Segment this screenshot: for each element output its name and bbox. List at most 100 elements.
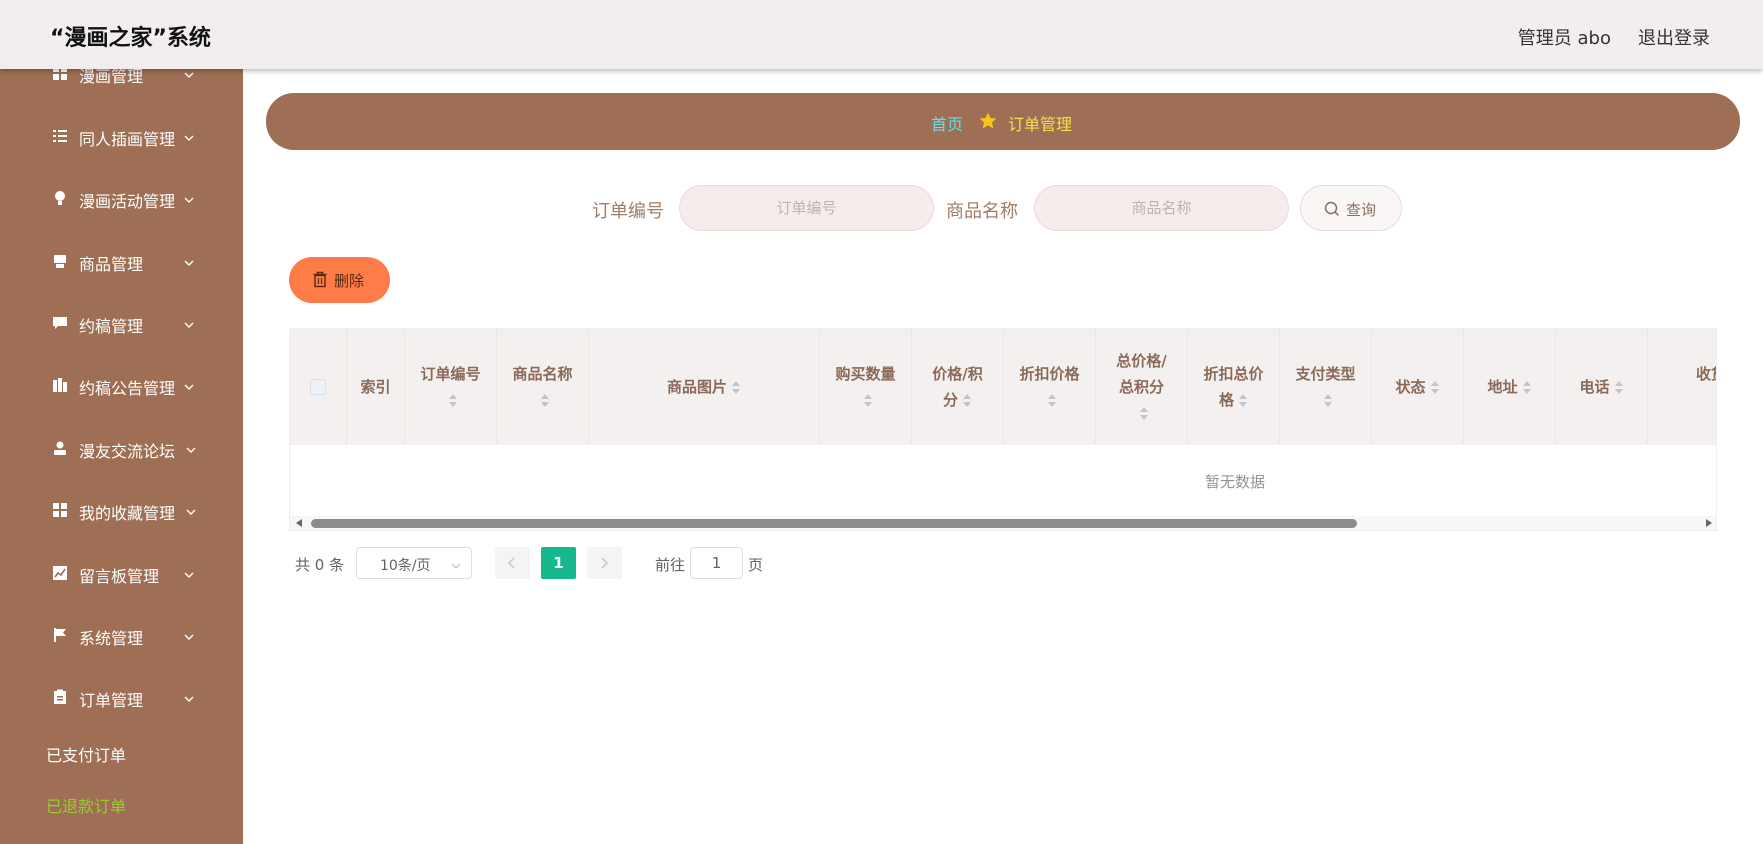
- query-button[interactable]: 查询: [1300, 185, 1402, 231]
- sidebar-item-favorites[interactable]: 我的收藏管理: [0, 490, 243, 530]
- chevron-down-icon: [183, 191, 195, 203]
- chevron-down-icon: [183, 129, 195, 141]
- sort-icon[interactable]: [1614, 380, 1624, 395]
- sidebar-subitem-refunded-orders[interactable]: 已退款订单: [46, 793, 126, 817]
- sidebar-subitem-paid-orders[interactable]: 已支付订单: [46, 742, 126, 766]
- column-header-label: 收货人: [1695, 365, 1716, 383]
- goto-page-input[interactable]: [690, 547, 743, 579]
- sidebar-item-label: 漫画管理: [79, 69, 144, 86]
- scroll-left-icon[interactable]: [296, 519, 302, 527]
- column-price[interactable]: 价格/积分: [912, 329, 1004, 445]
- chevron-down-icon: [183, 378, 195, 390]
- sidebar-item-forum[interactable]: 漫友交流论坛: [0, 428, 243, 468]
- sidebar-item-product[interactable]: 商品管理: [0, 241, 243, 281]
- sidebar-item-comic-activity[interactable]: 漫画活动管理: [0, 178, 243, 218]
- column-address[interactable]: 地址: [1464, 329, 1556, 445]
- order-number-input[interactable]: [679, 185, 934, 231]
- query-button-label: 查询: [1346, 201, 1377, 219]
- star-icon: [978, 111, 998, 131]
- sidebar-item-fan-illustration[interactable]: 同人插画管理: [0, 116, 243, 156]
- sort-icon[interactable]: [540, 393, 550, 408]
- column-discount-price[interactable]: 折扣价格: [1004, 329, 1096, 445]
- sort-icon[interactable]: [1323, 393, 1333, 408]
- empty-state-text: 暂无数据: [1204, 473, 1265, 491]
- product-name-label: 商品名称: [946, 201, 1018, 222]
- scrollbar-thumb[interactable]: [311, 519, 1357, 528]
- column-header-label: 商品名称: [512, 365, 573, 383]
- pagination-total: 共 0 条: [295, 556, 345, 574]
- column-header-label: 折扣总价格: [1203, 365, 1264, 409]
- column-receiver[interactable]: 收货人: [1648, 329, 1717, 445]
- sidebar-item-label: 商品管理: [79, 255, 144, 274]
- column-total-price[interactable]: 总价格/总积分: [1096, 329, 1188, 445]
- prev-page-button[interactable]: [495, 547, 530, 579]
- sidebar-item-commission-notice[interactable]: 约稿公告管理: [0, 365, 243, 405]
- chevron-down-icon: [183, 69, 195, 78]
- user-icon: [52, 440, 68, 456]
- column-payment-type[interactable]: 支付类型: [1280, 329, 1372, 445]
- column-product-image[interactable]: 商品图片: [589, 329, 820, 445]
- column-select: [290, 329, 347, 445]
- sidebar-item-label: 我的收藏管理: [79, 504, 176, 523]
- page-number-button[interactable]: 1: [541, 547, 576, 579]
- column-header-label: 地址: [1487, 378, 1518, 396]
- page-size-value: 10条/页: [380, 558, 431, 574]
- grid-icon: [52, 69, 68, 81]
- sidebar-item-comic-management[interactable]: 漫画管理: [0, 69, 243, 93]
- page-suffix: 页: [748, 556, 764, 574]
- column-header-label: 商品图片: [666, 378, 727, 396]
- column-order-number[interactable]: 订单编号: [405, 329, 497, 445]
- sort-icon[interactable]: [731, 380, 741, 395]
- product-name-input[interactable]: [1034, 185, 1289, 231]
- chevron-down-icon: [185, 503, 197, 515]
- column-header-label: 支付类型: [1295, 365, 1356, 383]
- sidebar-item-orders[interactable]: 订单管理: [0, 677, 243, 717]
- clipboard-icon: [52, 689, 68, 705]
- order-number-label: 订单编号: [592, 201, 664, 222]
- page-size-select[interactable]: 10条/页: [356, 547, 472, 579]
- sort-icon[interactable]: [448, 393, 458, 408]
- horizontal-scrollbar[interactable]: [290, 516, 1716, 530]
- sidebar-item-label: 漫画活动管理: [79, 192, 176, 211]
- goto-label: 前往: [655, 556, 686, 574]
- sidebar-item-message-board[interactable]: 留言板管理: [0, 553, 243, 593]
- sort-icon[interactable]: [1238, 393, 1248, 408]
- select-all-checkbox[interactable]: [310, 379, 326, 395]
- next-page-button[interactable]: [587, 547, 622, 579]
- sort-icon[interactable]: [863, 393, 873, 408]
- scroll-right-icon[interactable]: [1706, 519, 1712, 527]
- column-product-name[interactable]: 商品名称: [497, 329, 589, 445]
- chevron-down-icon: [183, 316, 195, 328]
- column-phone[interactable]: 电话: [1556, 329, 1648, 445]
- column-header-label: 总价格/总积分: [1116, 352, 1167, 396]
- column-header-label: 购买数量: [835, 365, 896, 383]
- breadcrumb-home[interactable]: 首页: [931, 111, 963, 135]
- office-icon: [52, 377, 68, 393]
- sidebar-item-label: 留言板管理: [79, 567, 160, 586]
- sort-icon[interactable]: [1139, 406, 1149, 421]
- sort-icon[interactable]: [1716, 394, 1717, 408]
- column-status[interactable]: 状态: [1372, 329, 1464, 445]
- sidebar-item-system[interactable]: 系统管理: [0, 615, 243, 655]
- column-quantity[interactable]: 购买数量: [820, 329, 912, 445]
- column-header-label: 订单编号: [420, 365, 481, 383]
- delete-button[interactable]: 删除: [289, 257, 390, 303]
- list-icon: [52, 128, 68, 144]
- logout-link[interactable]: 退出登录: [1638, 24, 1710, 50]
- message-icon: [52, 315, 68, 331]
- sort-icon[interactable]: [962, 393, 972, 408]
- orders-table: 索引 订单编号 商品名称 商品图片 购买数量 价格/积分 折扣价格 总价格/总积…: [289, 328, 1717, 531]
- column-discount-total[interactable]: 折扣总价格: [1188, 329, 1280, 445]
- sidebar-item-commission[interactable]: 约稿管理: [0, 303, 243, 343]
- chevron-left-icon: [508, 557, 515, 569]
- chevron-down-icon: [183, 254, 195, 266]
- sort-icon[interactable]: [1430, 380, 1440, 395]
- sort-icon[interactable]: [1522, 380, 1532, 395]
- chevron-down-icon: [183, 566, 195, 578]
- chevron-down-icon: [183, 690, 195, 702]
- chevron-down-icon: [451, 559, 461, 569]
- column-header-label: 状态: [1395, 378, 1426, 396]
- column-header-label: 价格/积分: [932, 365, 983, 409]
- sort-icon[interactable]: [1047, 393, 1057, 408]
- column-header-label: 折扣价格: [1019, 365, 1080, 383]
